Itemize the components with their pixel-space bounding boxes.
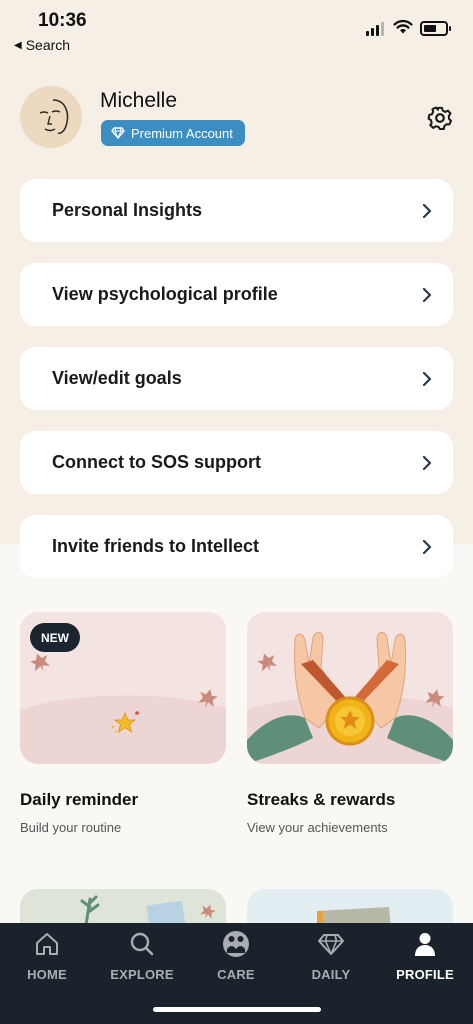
- leaf-icon: [30, 653, 50, 672]
- cellular-signal-icon: [366, 22, 384, 36]
- streaks-rewards-title: Streaks & rewards: [247, 790, 396, 809]
- tab-label: EXPLORE: [110, 967, 174, 982]
- menu-item-label: Invite friends to Intellect: [52, 536, 260, 556]
- daily-reminder-subtitle: Build your routine: [20, 820, 122, 835]
- battery-icon: [420, 21, 451, 36]
- menu-item-label: Connect to SOS support: [52, 452, 261, 472]
- tab-profile[interactable]: PROFILE: [378, 929, 472, 982]
- tab-label: CARE: [217, 967, 255, 982]
- tab-daily[interactable]: DAILY: [284, 929, 378, 982]
- menu-item-psychological-profile[interactable]: View psychological profile: [20, 263, 453, 326]
- status-time: 10:36: [38, 10, 87, 31]
- care-icon: [223, 931, 249, 957]
- daily-reminder-title: Daily reminder: [20, 790, 139, 809]
- face-illustration-icon: [39, 99, 69, 134]
- menu-item-label: Personal Insights: [52, 200, 203, 220]
- back-to-search-link[interactable]: ◀ Search: [14, 37, 70, 53]
- menu-item-personal-insights[interactable]: Personal Insights: [20, 179, 453, 242]
- tab-home[interactable]: HOME: [0, 929, 94, 982]
- tab-label: HOME: [27, 967, 67, 982]
- medal-hands-illustration: [247, 631, 453, 764]
- tab-care[interactable]: CARE: [189, 929, 283, 982]
- tab-label: PROFILE: [396, 967, 454, 982]
- streaks-rewards-card[interactable]: [247, 612, 453, 764]
- status-bar: 10:36 ◀ Search: [0, 0, 473, 58]
- home-indicator: [153, 1007, 321, 1012]
- chevron-right-icon: [422, 539, 432, 554]
- person-icon: [415, 933, 435, 956]
- menu-item-sos-support[interactable]: Connect to SOS support: [20, 431, 453, 494]
- daily-reminder-card[interactable]: NEW: [20, 612, 226, 764]
- settings-gear-icon[interactable]: [426, 104, 454, 132]
- menu-item-label: View/edit goals: [52, 368, 182, 388]
- search-icon: [130, 932, 154, 956]
- premium-account-badge[interactable]: Premium Account: [101, 120, 245, 146]
- diamond-icon: [111, 127, 125, 139]
- premium-badge-label: Premium Account: [131, 125, 233, 141]
- menu-item-edit-goals[interactable]: View/edit goals: [20, 347, 453, 410]
- chevron-right-icon: [422, 287, 432, 302]
- back-label: Search: [25, 37, 71, 53]
- tab-explore[interactable]: EXPLORE: [95, 929, 189, 982]
- back-arrow-icon: ◀: [14, 39, 22, 51]
- chevron-right-icon: [422, 455, 432, 470]
- avatar[interactable]: [20, 86, 82, 148]
- wifi-icon: [393, 19, 413, 34]
- profile-name: Michelle: [100, 89, 178, 112]
- chevron-right-icon: [422, 203, 432, 218]
- tab-label: DAILY: [311, 967, 351, 982]
- diamond-icon: [318, 934, 344, 955]
- new-badge: NEW: [30, 623, 80, 652]
- menu-item-label: View psychological profile: [52, 284, 278, 304]
- menu-item-invite-friends[interactable]: Invite friends to Intellect: [20, 515, 453, 578]
- home-icon: [36, 933, 58, 955]
- streaks-rewards-subtitle: View your achievements: [247, 820, 388, 835]
- chevron-right-icon: [422, 371, 432, 386]
- leaf-icon: [257, 653, 277, 672]
